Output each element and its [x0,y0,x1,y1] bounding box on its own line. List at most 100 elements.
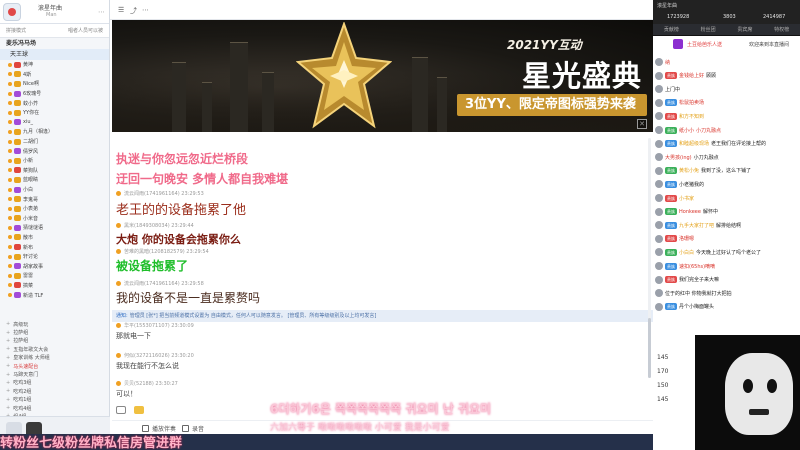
channel-category[interactable]: 吃鸡1组 [0,396,110,404]
avatar[interactable] [655,85,663,94]
more-icon[interactable]: ⋯ [98,8,105,16]
avatar[interactable] [655,180,663,189]
channel-category[interactable]: 吃鸡4组 [0,404,110,412]
tab-permission[interactable]: 唱者人员可以被 [68,27,103,34]
avatar[interactable] [655,126,663,134]
commenter-name[interactable]: 洛珊嗯 [679,235,694,242]
commenter-name[interactable]: 和方不知到 [679,113,704,120]
live-comment[interactable]: 贵族 九手大家打了吧 解排给结啊 [655,221,741,230]
commenter-name[interactable]: 金钱给上好 [679,72,704,79]
commenter-name[interactable]: 大男孩(ing) [665,154,692,161]
user-list-item[interactable]: 轩讨论 [0,252,110,262]
live-comment[interactable]: 贵族 我们完全子来大嘛 [655,275,719,284]
chat-scrollbar[interactable] [648,138,651,378]
channel-subgroup[interactable]: 天王球 [0,49,109,60]
user-list-item[interactable]: 二胡们 [0,137,110,147]
live-comment[interactable]: 上门中 [655,85,680,94]
commenter-name[interactable]: 松鼠拍卖场 [679,99,704,106]
live-comment[interactable]: 贵族 和方不知到 [655,112,704,121]
avatar[interactable] [655,302,663,311]
user-list-item[interactable]: 倩罗风 [0,146,110,156]
avatar[interactable] [655,58,663,66]
user-list-item[interactable]: 新造 TLF [0,290,110,300]
user-list-item[interactable]: 黄坤 [0,60,110,70]
user-list-item[interactable]: 4斯 [0,70,110,80]
live-comment[interactable]: 纳 [655,58,670,66]
share-icon[interactable]: ⤴ [130,6,137,16]
user-list-item[interactable]: 搞菜 [0,281,110,291]
live-comment[interactable]: 贵族 松鼠拍卖场 [655,98,704,107]
channel-category[interactable]: 吃鸡2组 [0,387,110,395]
commenter-name[interactable]: 小书家 [679,195,694,202]
user-list-item[interactable]: 菜狗队 [0,166,110,176]
avatar[interactable] [655,139,663,148]
tab-mode[interactable]: 拼接模式 [6,27,26,34]
live-comment[interactable]: 贵族 纸小小 小刀丸融点 [655,126,721,134]
avatar[interactable] [655,275,663,284]
tab-fanclub[interactable]: 粉丝团 [701,26,716,33]
chat-message[interactable]: 流云闻雨(1741961164) 23:29:58 我的设备不是一直是累赘吗 [116,280,260,306]
commenter-name[interactable]: 九手大家打了吧 [679,222,714,229]
live-comment[interactable]: 大男孩(ing) 小刀丸融点 [655,153,719,162]
chat-message[interactable]: 黑米(1849308034) 23:29:44 大炮 你的设备会拖累你么 [116,222,241,247]
user-list-item[interactable]: xiu_ [0,118,110,128]
live-comment[interactable]: 贵族 洛珊嗯 [655,234,694,243]
public-chat-area[interactable]: 执迷与你忽远忽近烂桥段 迂回一句晚安 多情人都自我难堪流云闻雨(174196116… [112,132,653,402]
channel-category[interactable]: 马头速配台 [0,362,110,370]
commenter-name[interactable]: 和睦超级现场 [679,140,709,147]
avatar[interactable] [655,71,663,80]
chat-message[interactable]: 何似(3272116026) 23:30:20 我现在能行不怎么说 [116,352,194,371]
chat-message[interactable]: 流云闻雨(1741961164) 23:29:53 老王的的设备拖累了他 [116,190,246,218]
channel-category[interactable]: 五指年歌文大会 [0,345,110,353]
live-comment[interactable]: 贵族 黄松小免 我到了没，这么下铺了 [655,166,751,175]
tab-contribution[interactable]: 贡献榜 [664,26,679,33]
gamepad-icon[interactable] [116,406,126,414]
avatar[interactable] [655,153,663,162]
avatar[interactable] [655,112,663,121]
tab-privilege[interactable]: 特权榜 [774,26,789,33]
channel-category[interactable]: 拉萨组 [0,328,110,336]
live-comment[interactable]: 贵族 和睦超级现场 老王我们在评论接上帮的 [655,139,766,148]
avatar[interactable] [655,166,663,175]
user-list-item[interactable]: 蚊小芥 [0,98,110,108]
chat-message[interactable]: 华平(1553071107) 23:30:09 那就电一下 [116,322,194,341]
live-comment[interactable]: 贵族 小老猪我的 [655,180,704,189]
channel-category[interactable]: 马蹄天意门 [0,370,110,378]
yy-logo-icon[interactable] [3,3,21,21]
commenter-name[interactable]: 纸小小 [679,127,694,134]
commenter-name[interactable]: 黄松小免 [679,167,699,174]
user-list-item[interactable]: 猜谜谜语 [0,223,110,233]
user-list-item[interactable]: 蓝眼睛 [0,175,110,185]
chat-message[interactable]: 迂回一句晚安 多情人都自我难堪 [116,168,288,187]
avatar[interactable] [655,98,663,107]
channel-category[interactable]: 高级玩 [0,320,110,328]
user-list-item[interactable]: YY你在 [0,108,110,118]
event-banner[interactable]: 2021YY互动 星光盛典 3位YY、限定帝图标强势来袭 ✕ [112,20,653,132]
avatar[interactable] [655,221,663,230]
record-button[interactable]: 录音 [182,424,204,433]
live-comment[interactable]: 贵族 小白白 今天晚上过好认了吗个老公了 [655,248,761,257]
live-comment[interactable]: 贵族 金钱给上好 顾顾 [655,71,716,80]
channel-category[interactable]: 吃鸡3组 [0,379,110,387]
user-list-item[interactable]: 散市 [0,233,110,243]
user-list-item[interactable]: 胡家故事 [0,261,110,271]
emoji-icon[interactable] [134,406,144,414]
user-list-item[interactable]: 小白 [0,185,110,195]
user-list-item[interactable]: Nice啊 [0,79,110,89]
live-comment[interactable]: 贵族 丹个小梅面罐头 [655,302,714,311]
user-list-item[interactable]: 九月（相逢） [0,127,110,137]
user-list-item[interactable]: 小表弟 [0,204,110,214]
avatar[interactable] [655,194,663,202]
user-list-item[interactable]: 小米音 [0,214,110,224]
menu-icon[interactable]: ☰ [118,6,124,14]
avatar[interactable] [655,289,663,298]
user-list-item[interactable]: 新布 [0,242,110,252]
chat-message[interactable]: 执迷与你忽远忽近烂桥段 [116,148,248,167]
avatar[interactable] [655,248,663,257]
close-banner-icon[interactable]: ✕ [637,119,647,129]
avatar[interactable] [655,207,663,216]
user-list-item[interactable]: 李鬼哥 [0,194,110,204]
chat-message[interactable]: 贝贝(52188) 23:30:27 可以！ [116,380,178,399]
more-icon[interactable]: ⋯ [142,6,149,14]
user-list-item[interactable]: 小新 [0,156,110,166]
